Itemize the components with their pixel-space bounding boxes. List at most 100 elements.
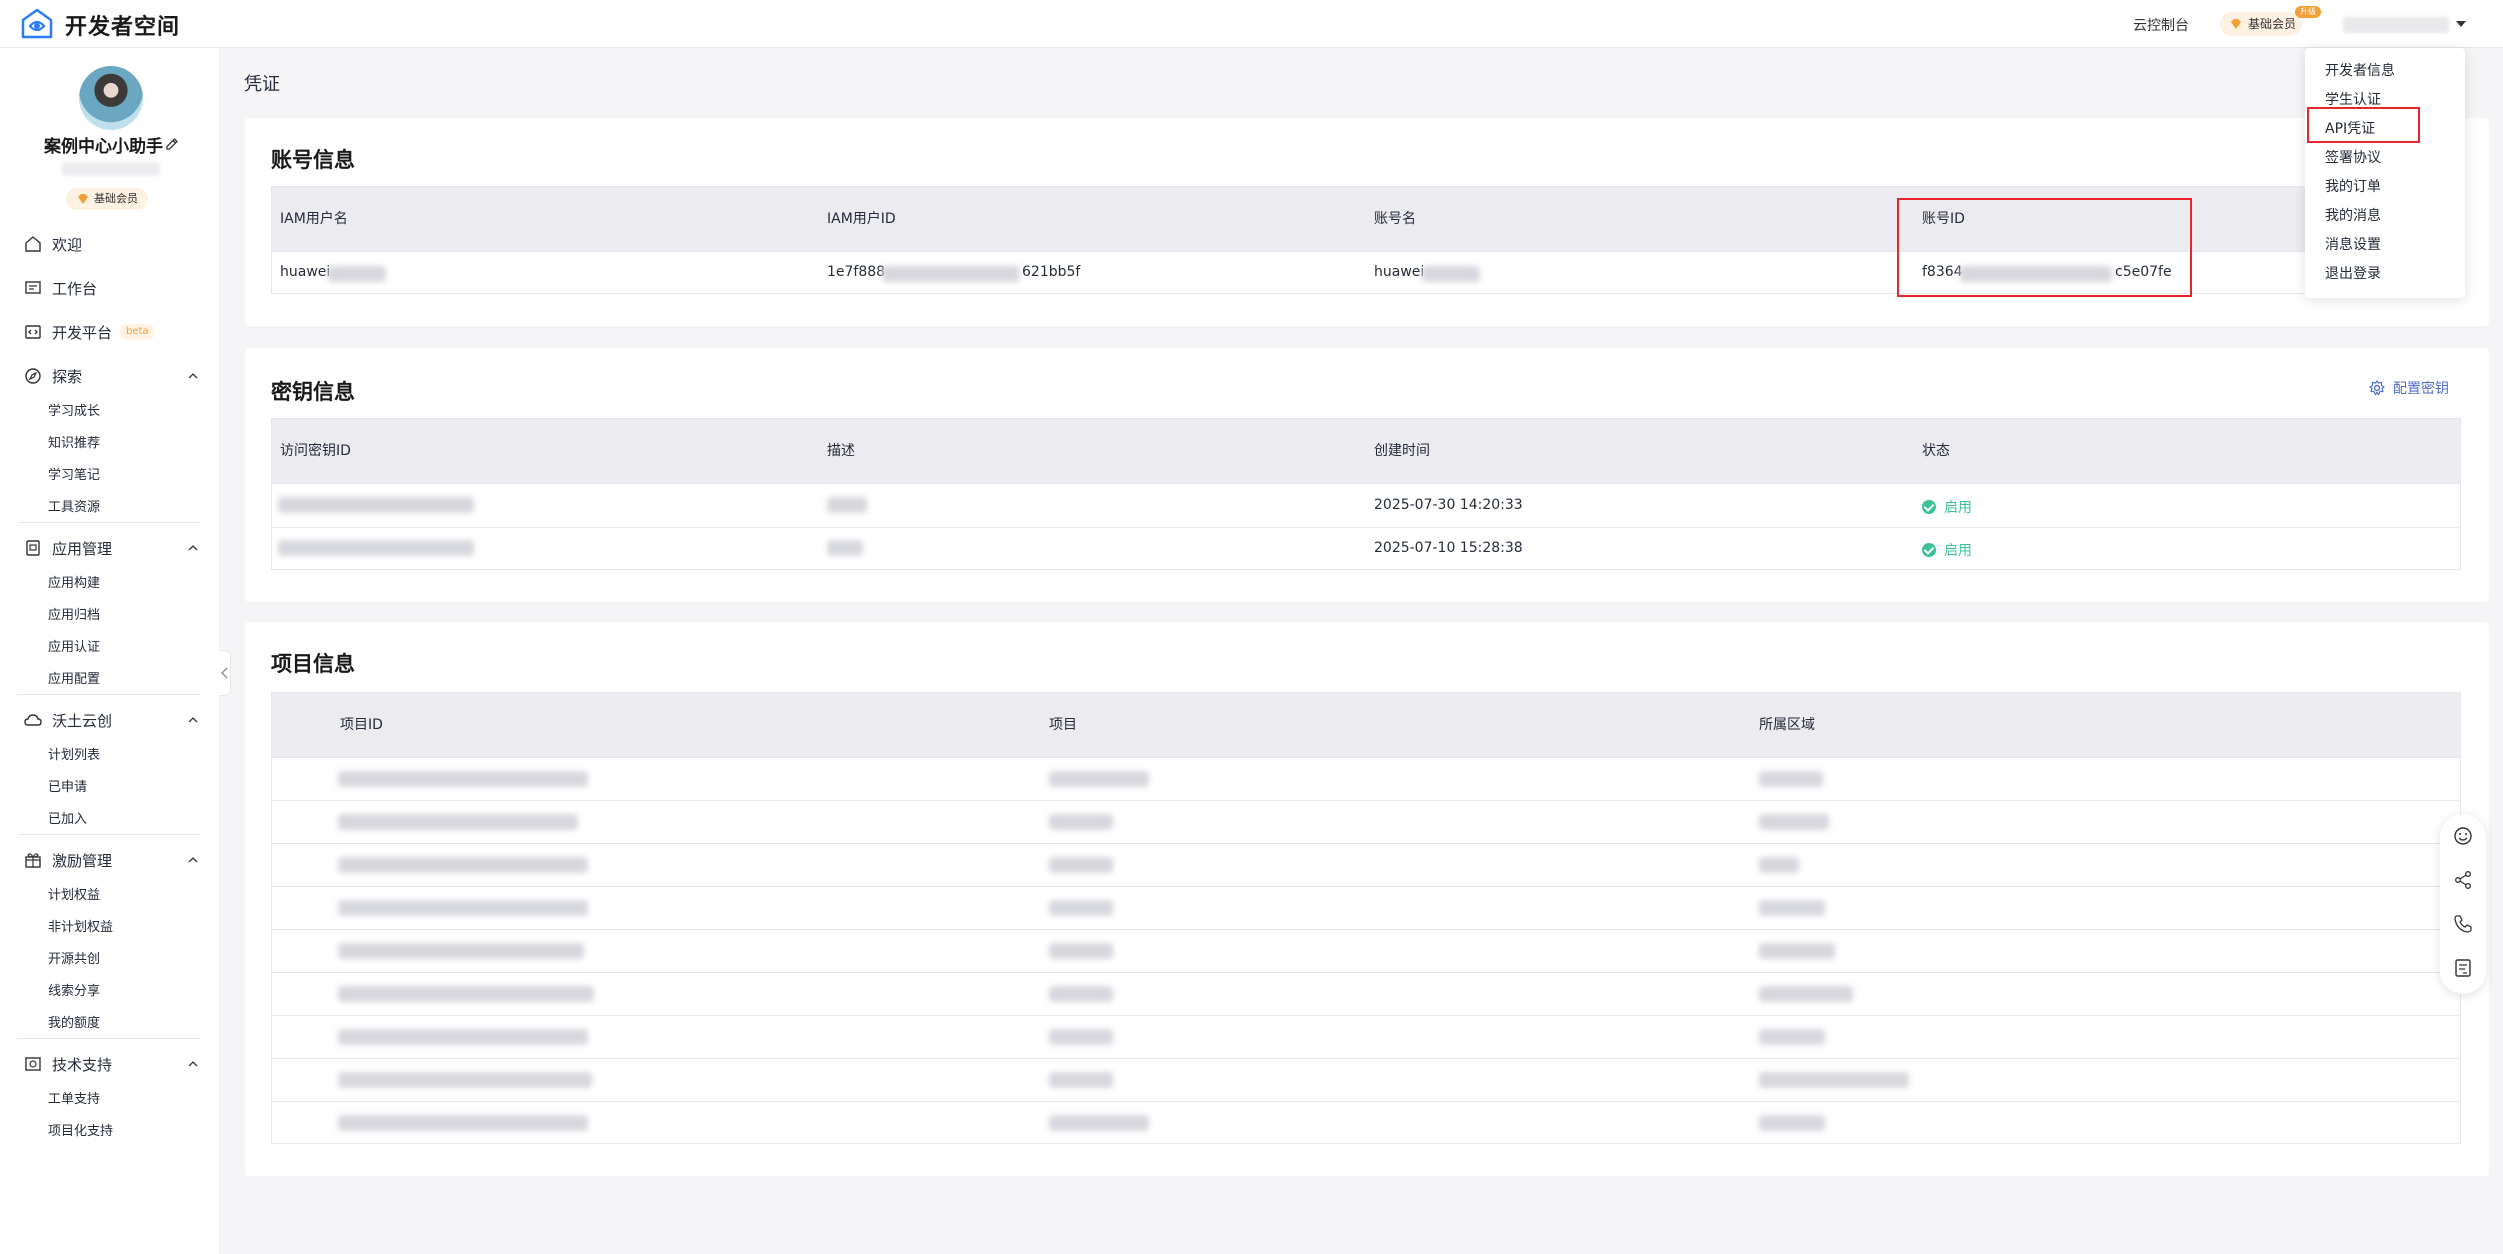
sidebar-item-label: 探索 bbox=[52, 367, 83, 386]
redacted-project-name bbox=[1049, 814, 1113, 830]
user-name-redacted[interactable] bbox=[2343, 17, 2449, 33]
divider bbox=[18, 1038, 200, 1039]
chevron-up-icon[interactable] bbox=[188, 1059, 198, 1069]
redacted-region bbox=[1759, 771, 1823, 787]
sidebar-member-label: 基础会员 bbox=[94, 192, 138, 205]
redacted-project-id bbox=[338, 943, 584, 959]
row-divider bbox=[272, 886, 2460, 887]
sidebar-item-label: 应用管理 bbox=[52, 539, 113, 558]
beta-badge: beta bbox=[120, 324, 155, 340]
feedback-icon[interactable] bbox=[2453, 958, 2473, 978]
sidebar-subitem[interactable]: 计划权益 bbox=[48, 884, 100, 903]
sidebar-subitem[interactable]: 应用归档 bbox=[48, 604, 100, 623]
gear-icon bbox=[2369, 380, 2385, 396]
sidebar-member-badge: 基础会员 bbox=[66, 188, 148, 210]
sidebar-group-app-mgmt[interactable]: 应用管理 bbox=[24, 536, 112, 560]
sidebar-subitem[interactable]: 项目化支持 bbox=[48, 1120, 113, 1139]
diamond-icon bbox=[2231, 19, 2241, 29]
redacted-access-key bbox=[278, 497, 474, 513]
brand-title[interactable]: 开发者空间 bbox=[65, 9, 180, 41]
configure-key-button[interactable]: 配置密钥 bbox=[2369, 378, 2449, 398]
share-icon[interactable] bbox=[2453, 870, 2473, 890]
redacted-region bbox=[1759, 943, 1835, 959]
sidebar-subitem[interactable]: 工具资源 bbox=[48, 496, 100, 515]
redacted-access-key bbox=[278, 540, 474, 556]
row-divider bbox=[272, 757, 2460, 758]
menu-item-agreements[interactable]: 签署协议 bbox=[2325, 147, 2381, 167]
sidebar-subitem[interactable]: 知识推荐 bbox=[48, 432, 100, 451]
column-header: 项目ID bbox=[340, 717, 383, 733]
menu-item-orders[interactable]: 我的订单 bbox=[2325, 176, 2381, 196]
sidebar-subitem[interactable]: 应用配置 bbox=[48, 668, 100, 687]
row-divider bbox=[272, 1058, 2460, 1059]
smile-icon[interactable] bbox=[2453, 826, 2473, 846]
chevron-up-icon[interactable] bbox=[188, 715, 198, 725]
sidebar: 案例中心小助手 基础会员 欢迎 工作台 开发平台 beta 探索 学习成长 知识… bbox=[0, 48, 220, 1254]
nav-console-link[interactable]: 云控制台 bbox=[2133, 15, 2189, 35]
phone-icon[interactable] bbox=[2453, 914, 2473, 934]
project-table: 项目ID 项目 所属区域 bbox=[271, 692, 2461, 1144]
sidebar-group-wotu[interactable]: 沃土云创 bbox=[24, 708, 112, 732]
row-divider bbox=[272, 483, 2460, 484]
sidebar-subitem[interactable]: 非计划权益 bbox=[48, 916, 113, 935]
redacted-project-id bbox=[338, 1029, 588, 1045]
project-info-card: 项目信息 项目ID 项目 所属区域 bbox=[245, 622, 2489, 1176]
member-badge[interactable]: 基础会员 bbox=[2220, 12, 2302, 36]
menu-item-student-auth[interactable]: 学生认证 bbox=[2325, 89, 2381, 109]
status-label: 启用 bbox=[1944, 543, 1972, 559]
column-header: 状态 bbox=[1922, 443, 1950, 459]
check-circle-icon bbox=[1922, 543, 1936, 557]
column-header: 账号名 bbox=[1374, 211, 1416, 227]
sidebar-item-workbench[interactable]: 工作台 bbox=[24, 276, 97, 300]
edit-icon[interactable] bbox=[164, 136, 180, 152]
floating-toolbar bbox=[2440, 814, 2486, 994]
sidebar-subitem[interactable]: 计划列表 bbox=[48, 744, 100, 763]
menu-item-messages[interactable]: 我的消息 bbox=[2325, 205, 2381, 225]
check-circle-icon bbox=[1922, 500, 1936, 514]
upgrade-badge[interactable]: 升级 bbox=[2295, 6, 2321, 18]
redacted-project-id bbox=[338, 900, 588, 916]
row-divider bbox=[272, 929, 2460, 930]
redacted-value bbox=[1422, 266, 1480, 282]
sidebar-subitem[interactable]: 已加入 bbox=[48, 808, 87, 827]
sidebar-item-welcome[interactable]: 欢迎 bbox=[24, 232, 82, 256]
logo-icon[interactable] bbox=[20, 8, 54, 40]
menu-item-logout[interactable]: 退出登录 bbox=[2325, 263, 2381, 283]
table-header bbox=[272, 419, 2460, 483]
sidebar-item-label: 激励管理 bbox=[52, 851, 113, 870]
app-icon bbox=[26, 540, 40, 556]
sidebar-collapse-handle[interactable] bbox=[219, 650, 231, 696]
sidebar-subitem[interactable]: 工单支持 bbox=[48, 1088, 100, 1107]
redacted-project-name bbox=[1049, 771, 1149, 787]
chevron-up-icon[interactable] bbox=[188, 855, 198, 865]
menu-item-developer-info[interactable]: 开发者信息 bbox=[2325, 60, 2395, 80]
redacted-project-id bbox=[338, 857, 588, 873]
chevron-up-icon[interactable] bbox=[188, 371, 198, 381]
sidebar-subitem[interactable]: 已申请 bbox=[48, 776, 87, 795]
api-credentials-highlight-box bbox=[2307, 107, 2420, 143]
redacted-region bbox=[1759, 814, 1829, 830]
sidebar-subitem[interactable]: 应用构建 bbox=[48, 572, 100, 591]
sidebar-subitem[interactable]: 我的额度 bbox=[48, 1012, 100, 1031]
sidebar-subitem[interactable]: 线索分享 bbox=[48, 980, 100, 999]
row-divider bbox=[272, 843, 2460, 844]
member-label: 基础会员 bbox=[2248, 17, 2297, 31]
menu-item-message-settings[interactable]: 消息设置 bbox=[2325, 234, 2381, 254]
chevron-up-icon[interactable] bbox=[188, 543, 198, 553]
sidebar-subitem[interactable]: 应用认证 bbox=[48, 636, 100, 655]
account-name-cell: huawei bbox=[1374, 264, 1425, 280]
project-info-title: 项目信息 bbox=[271, 652, 355, 676]
redacted-region bbox=[1759, 1115, 1825, 1131]
sidebar-group-tech-support[interactable]: 技术支持 bbox=[24, 1052, 112, 1076]
sidebar-group-explore[interactable]: 探索 bbox=[24, 364, 82, 388]
sidebar-subitem[interactable]: 学习笔记 bbox=[48, 464, 100, 483]
redacted-project-name bbox=[1049, 1072, 1113, 1088]
workbench-icon bbox=[25, 281, 41, 294]
avatar[interactable] bbox=[79, 66, 143, 130]
caret-down-icon[interactable] bbox=[2456, 21, 2466, 27]
sidebar-subitem[interactable]: 开源共创 bbox=[48, 948, 100, 967]
sidebar-subitem[interactable]: 学习成长 bbox=[48, 400, 100, 419]
sidebar-item-label: 开发平台 bbox=[52, 323, 113, 342]
sidebar-group-incentive[interactable]: 激励管理 bbox=[24, 848, 112, 872]
sidebar-item-dev-platform[interactable]: 开发平台 beta bbox=[24, 320, 155, 344]
